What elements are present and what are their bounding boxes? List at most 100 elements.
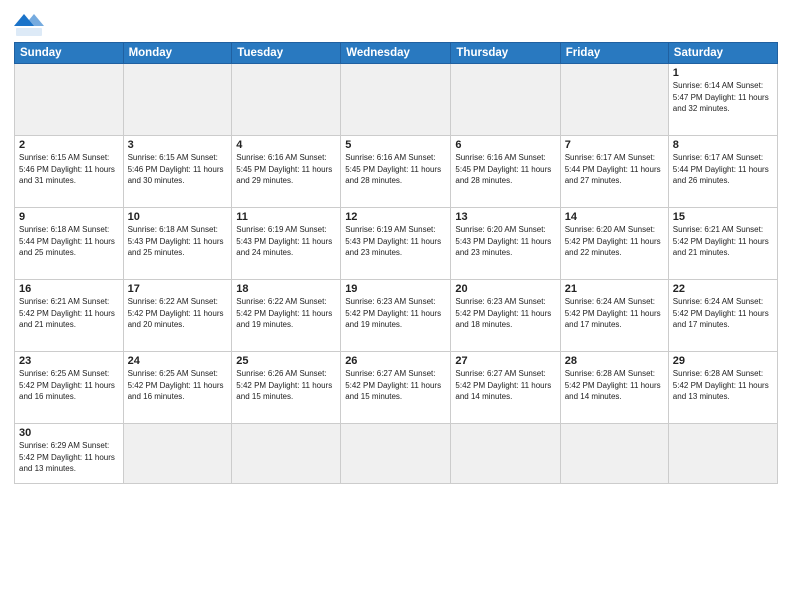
calendar-cell: 9Sunrise: 6:18 AM Sunset: 5:44 PM Daylig… <box>15 208 124 280</box>
day-info: Sunrise: 6:26 AM Sunset: 5:42 PM Dayligh… <box>236 368 336 403</box>
day-info: Sunrise: 6:19 AM Sunset: 5:43 PM Dayligh… <box>345 224 446 259</box>
calendar-cell: 25Sunrise: 6:26 AM Sunset: 5:42 PM Dayli… <box>232 352 341 424</box>
weekday-header-sunday: Sunday <box>15 43 124 64</box>
weekday-header-tuesday: Tuesday <box>232 43 341 64</box>
calendar-cell: 17Sunrise: 6:22 AM Sunset: 5:42 PM Dayli… <box>123 280 232 352</box>
calendar-cell: 30Sunrise: 6:29 AM Sunset: 5:42 PM Dayli… <box>15 424 124 484</box>
calendar-cell <box>668 424 777 484</box>
calendar-cell: 14Sunrise: 6:20 AM Sunset: 5:42 PM Dayli… <box>560 208 668 280</box>
calendar-cell: 13Sunrise: 6:20 AM Sunset: 5:43 PM Dayli… <box>451 208 560 280</box>
week-row-3: 16Sunrise: 6:21 AM Sunset: 5:42 PM Dayli… <box>15 280 778 352</box>
day-number: 29 <box>673 355 773 367</box>
calendar-cell: 15Sunrise: 6:21 AM Sunset: 5:42 PM Dayli… <box>668 208 777 280</box>
weekday-header-friday: Friday <box>560 43 668 64</box>
week-row-5: 30Sunrise: 6:29 AM Sunset: 5:42 PM Dayli… <box>15 424 778 484</box>
day-info: Sunrise: 6:23 AM Sunset: 5:42 PM Dayligh… <box>455 296 555 331</box>
day-number: 6 <box>455 139 555 151</box>
day-number: 19 <box>345 283 446 295</box>
calendar-cell <box>451 424 560 484</box>
day-number: 21 <box>565 283 664 295</box>
calendar: SundayMondayTuesdayWednesdayThursdayFrid… <box>14 42 778 484</box>
day-info: Sunrise: 6:17 AM Sunset: 5:44 PM Dayligh… <box>673 152 773 187</box>
day-number: 25 <box>236 355 336 367</box>
day-number: 24 <box>128 355 228 367</box>
day-number: 14 <box>565 211 664 223</box>
day-number: 13 <box>455 211 555 223</box>
day-number: 3 <box>128 139 228 151</box>
day-number: 20 <box>455 283 555 295</box>
weekday-header-thursday: Thursday <box>451 43 560 64</box>
calendar-cell: 27Sunrise: 6:27 AM Sunset: 5:42 PM Dayli… <box>451 352 560 424</box>
day-info: Sunrise: 6:20 AM Sunset: 5:42 PM Dayligh… <box>565 224 664 259</box>
day-number: 15 <box>673 211 773 223</box>
calendar-cell <box>123 64 232 136</box>
calendar-cell <box>451 64 560 136</box>
weekday-header-wednesday: Wednesday <box>341 43 451 64</box>
day-info: Sunrise: 6:28 AM Sunset: 5:42 PM Dayligh… <box>565 368 664 403</box>
calendar-cell: 2Sunrise: 6:15 AM Sunset: 5:46 PM Daylig… <box>15 136 124 208</box>
day-number: 30 <box>19 427 119 439</box>
day-number: 1 <box>673 67 773 79</box>
calendar-cell: 4Sunrise: 6:16 AM Sunset: 5:45 PM Daylig… <box>232 136 341 208</box>
day-number: 27 <box>455 355 555 367</box>
calendar-cell <box>560 64 668 136</box>
day-info: Sunrise: 6:24 AM Sunset: 5:42 PM Dayligh… <box>673 296 773 331</box>
calendar-cell <box>232 64 341 136</box>
day-number: 5 <box>345 139 446 151</box>
day-info: Sunrise: 6:18 AM Sunset: 5:43 PM Dayligh… <box>128 224 228 259</box>
day-info: Sunrise: 6:25 AM Sunset: 5:42 PM Dayligh… <box>128 368 228 403</box>
day-number: 26 <box>345 355 446 367</box>
calendar-cell: 18Sunrise: 6:22 AM Sunset: 5:42 PM Dayli… <box>232 280 341 352</box>
day-info: Sunrise: 6:25 AM Sunset: 5:42 PM Dayligh… <box>19 368 119 403</box>
day-info: Sunrise: 6:15 AM Sunset: 5:46 PM Dayligh… <box>128 152 228 187</box>
calendar-cell: 5Sunrise: 6:16 AM Sunset: 5:45 PM Daylig… <box>341 136 451 208</box>
day-info: Sunrise: 6:27 AM Sunset: 5:42 PM Dayligh… <box>455 368 555 403</box>
calendar-cell: 23Sunrise: 6:25 AM Sunset: 5:42 PM Dayli… <box>15 352 124 424</box>
day-info: Sunrise: 6:16 AM Sunset: 5:45 PM Dayligh… <box>236 152 336 187</box>
week-row-2: 9Sunrise: 6:18 AM Sunset: 5:44 PM Daylig… <box>15 208 778 280</box>
day-number: 4 <box>236 139 336 151</box>
day-info: Sunrise: 6:14 AM Sunset: 5:47 PM Dayligh… <box>673 80 773 115</box>
calendar-cell: 29Sunrise: 6:28 AM Sunset: 5:42 PM Dayli… <box>668 352 777 424</box>
day-info: Sunrise: 6:18 AM Sunset: 5:44 PM Dayligh… <box>19 224 119 259</box>
day-info: Sunrise: 6:29 AM Sunset: 5:42 PM Dayligh… <box>19 440 119 475</box>
day-number: 16 <box>19 283 119 295</box>
day-info: Sunrise: 6:19 AM Sunset: 5:43 PM Dayligh… <box>236 224 336 259</box>
calendar-cell: 19Sunrise: 6:23 AM Sunset: 5:42 PM Dayli… <box>341 280 451 352</box>
calendar-cell: 1Sunrise: 6:14 AM Sunset: 5:47 PM Daylig… <box>668 64 777 136</box>
day-number: 7 <box>565 139 664 151</box>
day-info: Sunrise: 6:15 AM Sunset: 5:46 PM Dayligh… <box>19 152 119 187</box>
day-number: 18 <box>236 283 336 295</box>
calendar-cell: 3Sunrise: 6:15 AM Sunset: 5:46 PM Daylig… <box>123 136 232 208</box>
calendar-cell: 12Sunrise: 6:19 AM Sunset: 5:43 PM Dayli… <box>341 208 451 280</box>
calendar-cell: 8Sunrise: 6:17 AM Sunset: 5:44 PM Daylig… <box>668 136 777 208</box>
day-number: 28 <box>565 355 664 367</box>
day-number: 22 <box>673 283 773 295</box>
day-number: 8 <box>673 139 773 151</box>
calendar-cell <box>560 424 668 484</box>
calendar-cell: 11Sunrise: 6:19 AM Sunset: 5:43 PM Dayli… <box>232 208 341 280</box>
calendar-cell: 7Sunrise: 6:17 AM Sunset: 5:44 PM Daylig… <box>560 136 668 208</box>
calendar-cell: 21Sunrise: 6:24 AM Sunset: 5:42 PM Dayli… <box>560 280 668 352</box>
calendar-cell: 24Sunrise: 6:25 AM Sunset: 5:42 PM Dayli… <box>123 352 232 424</box>
day-number: 9 <box>19 211 119 223</box>
day-number: 2 <box>19 139 119 151</box>
day-number: 10 <box>128 211 228 223</box>
day-info: Sunrise: 6:22 AM Sunset: 5:42 PM Dayligh… <box>128 296 228 331</box>
calendar-cell <box>15 64 124 136</box>
weekday-header-saturday: Saturday <box>668 43 777 64</box>
day-info: Sunrise: 6:23 AM Sunset: 5:42 PM Dayligh… <box>345 296 446 331</box>
day-info: Sunrise: 6:27 AM Sunset: 5:42 PM Dayligh… <box>345 368 446 403</box>
calendar-cell <box>341 424 451 484</box>
logo <box>14 14 48 38</box>
calendar-cell <box>341 64 451 136</box>
page: SundayMondayTuesdayWednesdayThursdayFrid… <box>0 0 792 612</box>
calendar-cell <box>123 424 232 484</box>
day-info: Sunrise: 6:20 AM Sunset: 5:43 PM Dayligh… <box>455 224 555 259</box>
day-info: Sunrise: 6:16 AM Sunset: 5:45 PM Dayligh… <box>345 152 446 187</box>
calendar-cell: 20Sunrise: 6:23 AM Sunset: 5:42 PM Dayli… <box>451 280 560 352</box>
day-info: Sunrise: 6:22 AM Sunset: 5:42 PM Dayligh… <box>236 296 336 331</box>
calendar-cell: 16Sunrise: 6:21 AM Sunset: 5:42 PM Dayli… <box>15 280 124 352</box>
day-number: 17 <box>128 283 228 295</box>
logo-icon <box>14 14 44 38</box>
